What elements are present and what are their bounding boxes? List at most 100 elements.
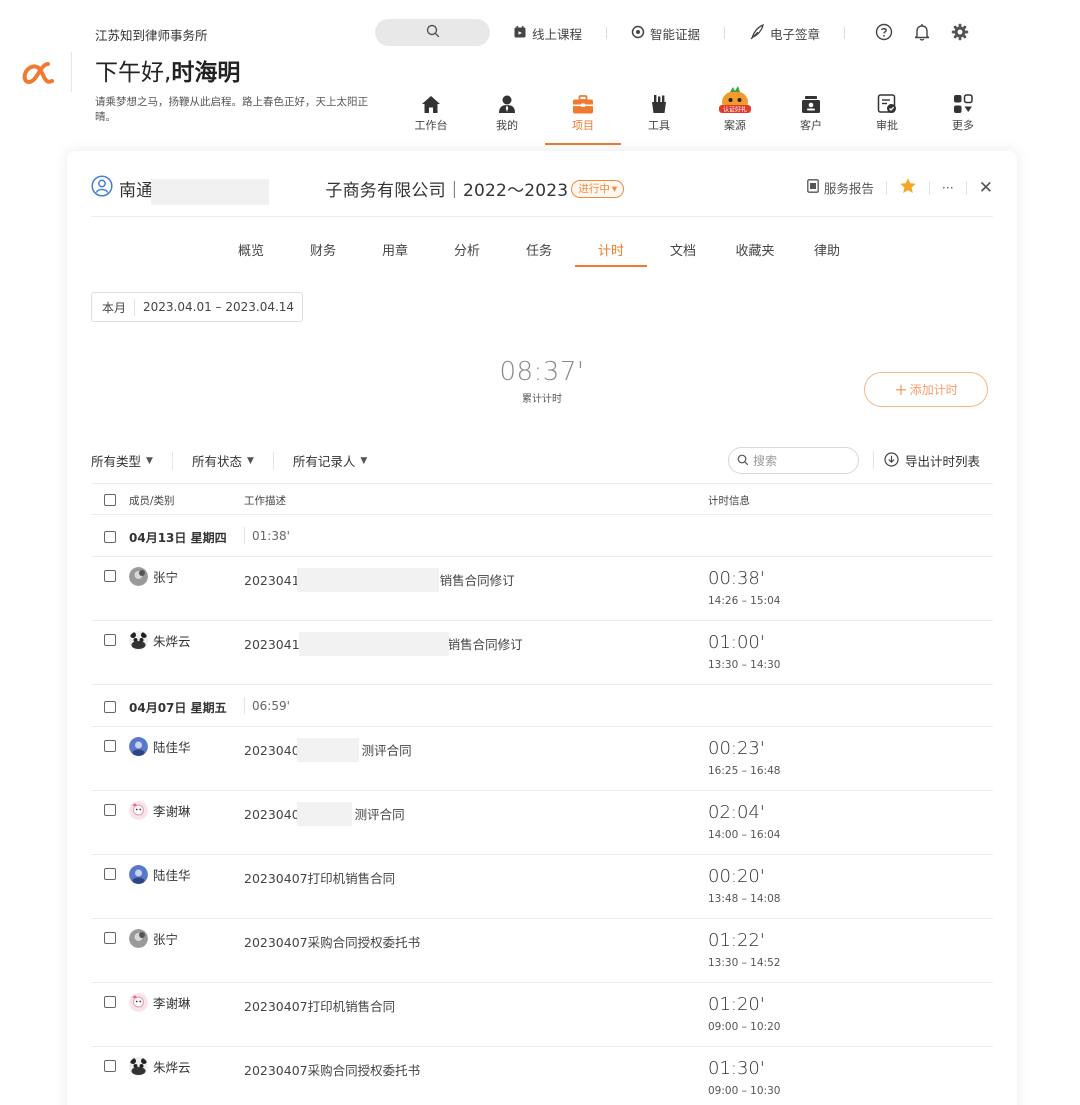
member-name: 陆佳华: [153, 868, 191, 883]
nav-workbench[interactable]: 工作台: [393, 88, 469, 145]
smart-evidence-link[interactable]: 智能证据: [631, 24, 700, 43]
status-filter[interactable]: 所有状态 ▼: [192, 451, 254, 470]
avatar: [129, 929, 148, 948]
favorite-button[interactable]: [899, 177, 917, 198]
svg-text:认证好礼: 认证好礼: [723, 106, 747, 114]
global-search-button[interactable]: [375, 19, 490, 46]
tab-tasks[interactable]: 任务: [503, 240, 575, 268]
time-value: 00:20': [708, 866, 765, 887]
export-label: 导出计时列表: [905, 454, 981, 469]
bell-icon[interactable]: [912, 22, 932, 42]
avatar: [129, 801, 148, 820]
table-row[interactable]: 张宁 20230407采购合同授权委托书 01:22' 13:30 – 14:5…: [91, 919, 993, 983]
table-row[interactable]: 张宁 2023041 销售合同修订 00:38' 14:26 – 15:04: [91, 557, 993, 621]
row-checkbox[interactable]: [104, 868, 116, 880]
service-report-button[interactable]: 服务报告: [806, 178, 874, 197]
status-badge[interactable]: 进行中 ▾: [571, 179, 625, 198]
online-course-label: 线上课程: [532, 26, 583, 42]
help-icon[interactable]: [874, 22, 894, 42]
row-checkbox[interactable]: [104, 570, 116, 582]
time-value: 02:04': [708, 802, 765, 823]
nav-label: 项目: [572, 119, 594, 132]
row-checkbox[interactable]: [104, 634, 116, 646]
table-row[interactable]: 陆佳华 20230407打印机销售合同 00:20' 13:48 – 14:08: [91, 855, 993, 919]
tab-timing[interactable]: 计时: [575, 240, 647, 268]
avatar: [129, 1057, 148, 1076]
date-group-row: 04月13日 星期四 01:38': [91, 515, 993, 557]
table-header: 成员/类别 工作描述 计时信息: [91, 483, 993, 515]
search-input[interactable]: [753, 453, 848, 468]
panel-actions: 服务报告 ··· ✕: [806, 177, 993, 198]
desc-prefix: 2023041: [244, 637, 300, 652]
total-time-value: 08:37': [499, 357, 585, 387]
nav-project[interactable]: 项目: [545, 88, 621, 145]
nav-label: 工作台: [414, 119, 448, 132]
select-all-checkbox[interactable]: [104, 494, 116, 506]
table-row[interactable]: 朱烨云 20230407采购合同授权委托书 01:30' 09:00 – 10:…: [91, 1047, 993, 1105]
user-name: 时海明: [171, 60, 241, 86]
member-cell: 陆佳华: [129, 737, 191, 756]
timing-search[interactable]: [728, 447, 859, 474]
tab-overview[interactable]: 概览: [215, 240, 287, 268]
nav-label: 工具: [648, 119, 670, 132]
table-row[interactable]: 陆佳华 2023040 测评合同 00:23' 16:25 – 16:48: [91, 727, 993, 791]
export-button[interactable]: 导出计时列表: [884, 451, 980, 470]
avatar: [129, 993, 148, 1012]
tab-assistant[interactable]: 律助: [791, 240, 863, 268]
status-label: 进行中: [578, 183, 610, 195]
row-checkbox[interactable]: [104, 932, 116, 944]
briefcase-icon: [572, 88, 594, 114]
member-cell: 朱烨云: [129, 631, 191, 650]
e-signature-link[interactable]: 电子签章: [749, 23, 820, 43]
action-divider: [885, 180, 887, 195]
greeting: 下午好,时海明: [95, 53, 240, 87]
tab-analysis[interactable]: 分析: [431, 240, 503, 268]
table-row[interactable]: 朱烨云 2023041 销售合同修订 01:00' 13:30 – 14:30: [91, 621, 993, 685]
nav-more[interactable]: 更多: [925, 88, 1001, 145]
group-checkbox[interactable]: [104, 701, 116, 713]
nav-mine[interactable]: 我的: [469, 88, 545, 145]
tab-finance[interactable]: 财务: [287, 240, 359, 268]
date-range-picker[interactable]: 本月 2023.04.01 – 2023.04.14: [91, 292, 304, 322]
gear-icon[interactable]: [950, 22, 970, 42]
nav-case-source[interactable]: 认证好礼 案源: [697, 86, 773, 145]
table-row[interactable]: 李谢琳 2023040 测评合同 02:04' 14:00 – 16:04: [91, 791, 993, 855]
header-divider: [91, 216, 993, 217]
avatar: [129, 865, 148, 884]
main-nav: 工作台 我的 项目 工具 认证好礼 案源 客户 审批 更多: [393, 86, 1001, 145]
table-row[interactable]: 李谢琳 20230407打印机销售合同 01:20' 09:00 – 10:20: [91, 983, 993, 1047]
tab-seal[interactable]: 用章: [359, 240, 431, 268]
close-button[interactable]: ✕: [979, 178, 993, 198]
group-checkbox[interactable]: [104, 531, 116, 543]
nav-approval[interactable]: 审批: [849, 88, 925, 145]
add-timing-button[interactable]: + 添加计时: [864, 372, 988, 407]
pen-icon: [749, 23, 765, 43]
member-name: 陆佳华: [153, 740, 191, 755]
group-date: 04月07日 星期五: [129, 701, 227, 715]
time-range: 09:00 – 10:20: [708, 1021, 781, 1033]
type-filter[interactable]: 所有类型 ▼: [91, 451, 153, 470]
row-checkbox[interactable]: [104, 740, 116, 752]
chevron-down-icon: ▾: [611, 182, 618, 195]
member-name: 张宁: [153, 570, 179, 585]
nav-client[interactable]: 客户: [773, 88, 849, 145]
app-logo[interactable]: [22, 55, 56, 89]
date-group-row: 04月07日 星期五 06:59': [91, 685, 993, 727]
online-course-link[interactable]: 线上课程: [513, 24, 582, 43]
member-name: 李谢琳: [153, 804, 191, 819]
recorder-filter[interactable]: 所有记录人 ▼: [293, 451, 367, 470]
time-value: 01:22': [708, 930, 765, 951]
group-divider: [244, 527, 245, 544]
more-options-button[interactable]: ···: [942, 180, 954, 195]
row-checkbox[interactable]: [104, 804, 116, 816]
client-icon: [801, 88, 821, 114]
time-value: 00:23': [708, 738, 765, 759]
redacted-block: [151, 179, 269, 205]
tab-documents[interactable]: 文档: [647, 240, 719, 268]
row-checkbox[interactable]: [104, 1060, 116, 1072]
row-checkbox[interactable]: [104, 996, 116, 1008]
more-dots-icon: ···: [941, 180, 954, 195]
user-icon: [498, 88, 516, 114]
tab-favorites[interactable]: 收藏夹: [719, 240, 791, 268]
nav-tools[interactable]: 工具: [621, 88, 697, 145]
